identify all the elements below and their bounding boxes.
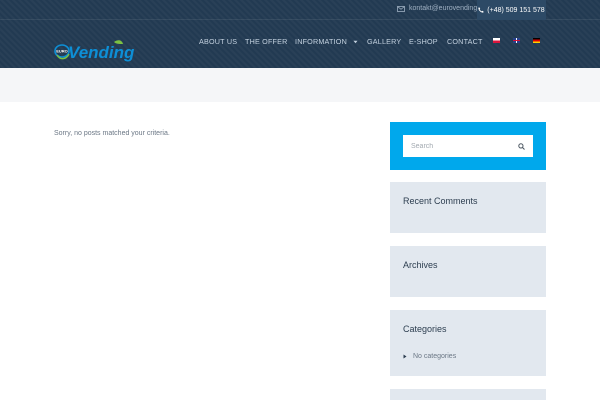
category-item: No categories — [403, 353, 456, 360]
archives-title: Archives — [403, 260, 438, 270]
phone-icon — [478, 7, 484, 13]
nav-label: GALLERY — [367, 37, 402, 46]
main-nav: ABOUT US THE OFFER INFORMATION GALLERY E… — [0, 37, 600, 47]
nav-label: ABOUT US — [199, 37, 238, 46]
page-title-bar — [0, 68, 600, 102]
nav-gallery[interactable]: GALLERY — [367, 37, 401, 46]
logo-small-text: EURO — [56, 49, 68, 54]
nav-label: CONTACT — [447, 37, 483, 46]
search-input[interactable] — [411, 142, 511, 150]
recent-comments-widget: Recent Comments — [390, 182, 546, 233]
nav-label: E-SHOP — [409, 37, 438, 46]
site-header: kontakt@eurovending.pl (+48) 509 151 578… — [0, 0, 600, 68]
search-box — [403, 135, 533, 157]
email-link[interactable]: kontakt@eurovending.pl — [397, 5, 485, 12]
flag-pl-icon[interactable] — [493, 38, 500, 43]
nav-the-offer[interactable]: THE OFFER — [245, 37, 288, 46]
nav-label: THE OFFER — [245, 37, 288, 46]
search-widget — [390, 122, 546, 170]
categories-widget: Categories No categories — [390, 310, 546, 376]
recent-comments-title: Recent Comments — [403, 196, 478, 206]
flag-en-icon[interactable] — [513, 38, 520, 43]
nav-contact[interactable]: CONTACT — [447, 37, 483, 46]
nav-label: INFORMATION — [295, 37, 347, 46]
search-icon[interactable] — [518, 142, 525, 150]
nav-e-shop[interactable]: E-SHOP — [409, 37, 438, 46]
caret-down-icon — [353, 40, 358, 43]
no-posts-message: Sorry, no posts matched your criteria. — [54, 130, 170, 137]
archives-widget: Archives — [390, 246, 546, 297]
sidebar-widget — [390, 389, 546, 400]
nav-information[interactable]: INFORMATION — [295, 37, 358, 46]
phone-button[interactable]: (+48) 509 151 578 — [477, 0, 546, 20]
flag-de-icon[interactable] — [533, 38, 540, 43]
chevron-right-icon — [403, 354, 407, 359]
nav-about-us[interactable]: ABOUT US — [199, 37, 237, 46]
top-bar: kontakt@eurovending.pl (+48) 509 151 578 — [0, 0, 600, 20]
envelope-icon — [397, 5, 405, 12]
category-label: No categories — [413, 353, 457, 360]
phone-text: (+48) 509 151 578 — [487, 6, 545, 14]
categories-title: Categories — [403, 324, 447, 334]
email-text: kontakt@eurovending.pl — [409, 5, 485, 12]
